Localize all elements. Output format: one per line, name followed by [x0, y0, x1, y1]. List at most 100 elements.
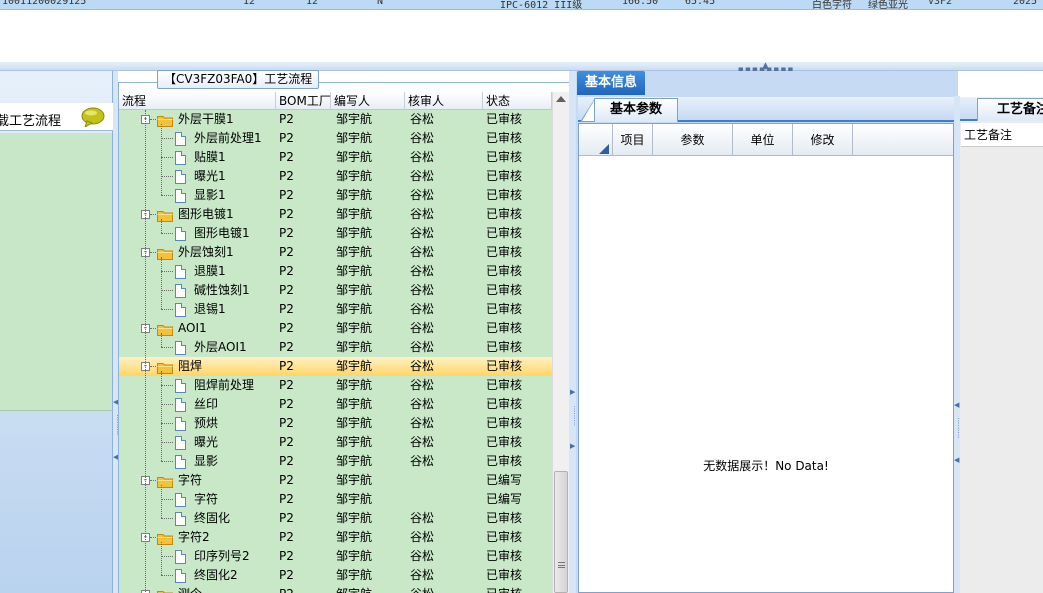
grid-col-reviewer[interactable]: 核审人	[405, 92, 483, 110]
table-row[interactable]: 印序列号2 P2 邹宇航 谷松 已审核	[119, 547, 552, 566]
reviewer-cell: 谷松	[410, 378, 435, 392]
flow-name: 外层蚀刻1	[178, 245, 234, 259]
process-grid-body[interactable]: - 外层干膜1 P2 邹宇航 谷松 已审核 外层前处理1 P2 邹宇航 谷松 已审核 贴膜1 P2 邹宇航…	[119, 110, 552, 593]
table-row[interactable]: 预烘 P2 邹宇航 谷松 已审核	[119, 414, 552, 433]
table-row[interactable]: - 阻焊 P2 邹宇航 谷松 已审核	[119, 357, 552, 376]
bom-factory-cell: P2	[279, 264, 294, 278]
tree-connector	[161, 461, 173, 462]
left-list-area[interactable]	[0, 133, 112, 411]
table-row[interactable]: 终固化2 P2 邹宇航 谷松 已审核	[119, 566, 552, 585]
writer-cell: 邹宇航	[336, 188, 373, 202]
left-panel: 载工艺流程	[0, 71, 113, 593]
table-row[interactable]: 显影 P2 邹宇航 谷松 已审核	[119, 452, 552, 471]
writer-cell: 邹宇航	[336, 340, 373, 354]
top-row-cell: 2025	[1013, 0, 1038, 7]
table-row[interactable]: 外层前处理1 P2 邹宇航 谷松 已审核	[119, 129, 552, 148]
document-icon	[175, 436, 186, 450]
table-row[interactable]: 退锡1 P2 邹宇航 谷松 已审核	[119, 300, 552, 319]
writer-cell: 邹宇航	[336, 378, 373, 392]
table-row[interactable]: 阻焊前处理 P2 邹宇航 谷松 已审核	[119, 376, 552, 395]
params-grid[interactable]	[578, 123, 954, 593]
process-grid-scrollbar[interactable]	[552, 92, 569, 593]
table-row[interactable]: 丝印 P2 邹宇航 谷松 已审核	[119, 395, 552, 414]
flow-name: 显影	[194, 454, 219, 468]
table-row[interactable]: 曝光1 P2 邹宇航 谷松 已审核	[119, 167, 552, 186]
table-row[interactable]: - 字符 P2 邹宇航 已编写	[119, 471, 552, 490]
writer-cell: 邹宇航	[336, 492, 373, 506]
bom-factory-cell: P2	[279, 585, 294, 593]
tree-connector	[161, 556, 173, 557]
flow-name: 外层AOI1	[194, 340, 247, 354]
table-row[interactable]: - 外层蚀刻1 P2 邹宇航 谷松 已审核	[119, 243, 552, 262]
tree-connector	[161, 138, 173, 139]
writer-cell: 邹宇航	[336, 511, 373, 525]
process-flow-title: 【CV3FZ03FA0】工艺流程	[157, 70, 320, 89]
document-icon	[175, 550, 186, 564]
speech-bubble-icon[interactable]	[80, 107, 106, 127]
table-row[interactable]: - AOI1 P2 邹宇航 谷松 已审核	[119, 319, 552, 338]
status-cell: 已审核	[486, 397, 523, 411]
table-row[interactable]: 碱性蚀刻1 P2 邹宇航 谷松 已审核	[119, 281, 552, 300]
bom-factory-cell: P2	[279, 226, 294, 240]
bom-factory-cell: P2	[279, 169, 294, 183]
top-row-cell: 绿色亚光	[868, 0, 908, 10]
bom-factory-cell: P2	[279, 473, 294, 487]
bom-factory-cell: P2	[279, 511, 294, 525]
status-cell: 已审核	[486, 283, 523, 297]
status-cell: 已审核	[486, 511, 523, 525]
collapse-right-icon-2[interactable]: ▶	[570, 443, 575, 450]
splitter-grip-icon[interactable]: ▲ ▪▪▪▪▪▪▪▪ ▲	[735, 62, 797, 79]
table-row[interactable]: - 图形电镀1 P2 邹宇航 谷松 已审核	[119, 205, 552, 224]
table-row[interactable]: 字符 P2 邹宇航 已编写	[119, 490, 552, 509]
reviewer-cell: 谷松	[410, 585, 434, 593]
params-col-modify[interactable]: 修改	[793, 124, 853, 156]
middle-vertical-splitter[interactable]: ▶ ⋮ ⋮ ⋮ ▶	[569, 71, 578, 593]
writer-cell: 邹宇航	[336, 207, 373, 221]
status-cell: 已审核	[486, 112, 523, 126]
document-icon	[175, 132, 186, 146]
flow-name: 贴膜1	[194, 150, 226, 164]
bom-factory-cell: P2	[279, 283, 294, 297]
grid-col-bom[interactable]: BOM工厂	[276, 92, 331, 110]
grid-col-status[interactable]: 状态	[483, 92, 552, 110]
table-row[interactable]: 图形电镀1 P2 邹宇航 谷松 已审核	[119, 224, 552, 243]
scrollbar-thumb[interactable]	[554, 471, 568, 593]
params-col-param[interactable]: 参数	[653, 124, 733, 156]
grid-col-writer[interactable]: 编写人	[331, 92, 405, 110]
table-row[interactable]: - 字符2 P2 邹宇航 谷松 已审核	[119, 528, 552, 547]
scroll-up-icon[interactable]	[556, 96, 566, 102]
flow-name: 碱性蚀刻1	[194, 283, 250, 297]
tab-basic-info[interactable]: 基本信息	[577, 71, 645, 95]
table-row[interactable]: 终固化 P2 邹宇航 谷松 已审核	[119, 509, 552, 528]
tab-basic-params[interactable]: 基本参数	[594, 98, 678, 122]
table-row[interactable]: - 外层干膜1 P2 邹宇航 谷松 已审核	[119, 110, 552, 129]
writer-cell: 邹宇航	[336, 530, 373, 544]
tree-connector	[150, 214, 156, 215]
collapse-right-icon[interactable]: ▶	[570, 389, 575, 396]
folder-icon	[157, 209, 173, 222]
left-panel-header: 载工艺流程	[0, 103, 113, 131]
params-col-item[interactable]: 项目	[613, 124, 653, 156]
bom-factory-cell: P2	[279, 207, 294, 221]
writer-cell: 邹宇航	[336, 264, 373, 278]
tab-process-remark[interactable]: 工艺备注	[977, 98, 1043, 121]
table-row[interactable]: 显影1 P2 邹宇航 谷松 已审核	[119, 186, 552, 205]
top-data-row[interactable]: 10011200029125 12 12 N IPC-6012 III级 166.50 65…	[0, 0, 1043, 10]
select-all-corner-icon[interactable]	[599, 144, 609, 154]
table-row[interactable]: 退膜1 P2 邹宇航 谷松 已审核	[119, 262, 552, 281]
table-row[interactable]: -测今P2邹宇航谷松已审核	[119, 585, 552, 593]
collapse-left-icon-4[interactable]: ◀	[954, 457, 959, 464]
table-row[interactable]: 贴膜1 P2 邹宇航 谷松 已审核	[119, 148, 552, 167]
grid-col-flow[interactable]: 流程	[119, 92, 276, 110]
document-icon	[175, 284, 186, 298]
status-cell: 已审核	[486, 530, 523, 544]
writer-cell: 邹宇航	[336, 321, 373, 335]
bom-factory-cell: P2	[279, 321, 294, 335]
document-icon	[175, 189, 186, 203]
horizontal-splitter[interactable]: ▲ ▪▪▪▪▪▪▪▪ ▲	[0, 62, 1043, 79]
writer-cell: 邹宇航	[336, 416, 373, 430]
collapse-left-icon-3[interactable]: ◀	[954, 402, 959, 409]
table-row[interactable]: 曝光 P2 邹宇航 谷松 已审核	[119, 433, 552, 452]
table-row[interactable]: 外层AOI1 P2 邹宇航 谷松 已审核	[119, 338, 552, 357]
params-col-unit[interactable]: 单位	[733, 124, 793, 156]
